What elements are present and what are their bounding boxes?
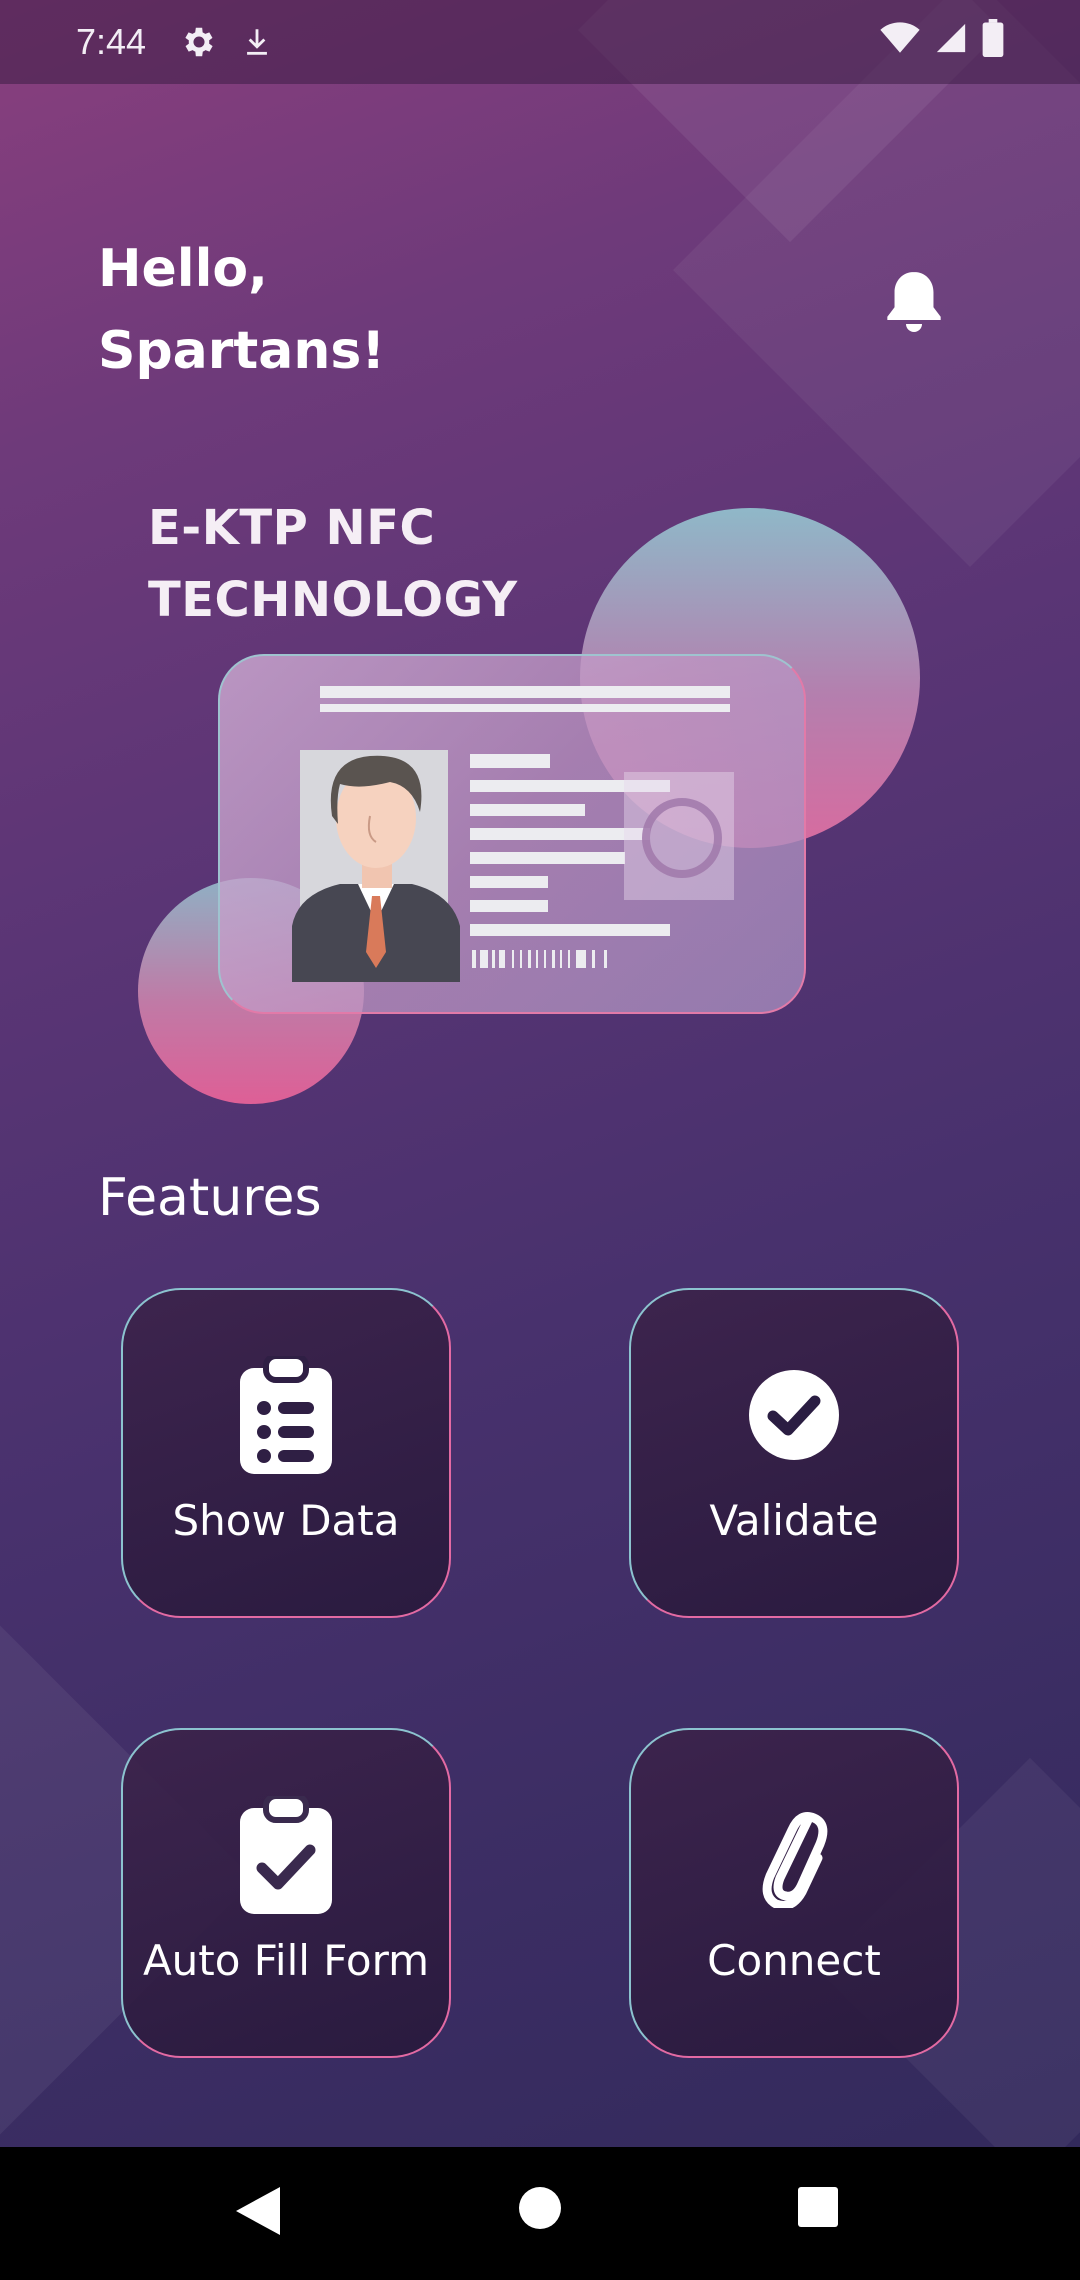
greeting-line-2: Spartans! (98, 321, 386, 381)
auto-fill-form-button[interactable]: Auto Fill Form (121, 1728, 451, 2058)
download-icon (240, 23, 274, 61)
connect-label: Connect (707, 1936, 881, 1985)
cellular-signal-icon (934, 21, 968, 64)
auto-fill-form-label: Auto Fill Form (142, 1936, 430, 1985)
show-data-label: Show Data (172, 1496, 400, 1545)
features-title: Features (98, 1168, 322, 1228)
validate-button[interactable]: Validate (629, 1288, 959, 1618)
connect-button[interactable]: Connect (629, 1728, 959, 2058)
bell-icon[interactable] (882, 268, 946, 344)
clipboard-list-icon (240, 1356, 332, 1474)
greeting-line-1: Hello, (98, 239, 268, 299)
id-card-illustration (218, 654, 806, 1014)
clipboard-check-icon (240, 1796, 332, 1914)
check-circle-icon (749, 1356, 839, 1474)
hero-title-line-2: TECHNOLOGY (148, 572, 518, 628)
settings-icon (180, 23, 218, 61)
validate-label: Validate (709, 1496, 879, 1545)
battery-icon (982, 18, 1004, 66)
recents-icon[interactable] (798, 2187, 838, 2227)
status-bar: 7:44 (0, 0, 1080, 84)
status-time: 7:44 (76, 21, 147, 62)
paperclip-icon (758, 1796, 830, 1914)
hero-title-line-1: E-KTP NFC (148, 500, 436, 556)
home-icon[interactable] (519, 2187, 561, 2229)
greeting: Hello, Spartans! (98, 228, 385, 392)
hero-title: E-KTP NFC TECHNOLOGY (148, 492, 518, 636)
navigation-bar (0, 2147, 1080, 2280)
show-data-button[interactable]: Show Data (121, 1288, 451, 1618)
wifi-icon (880, 20, 920, 65)
back-icon[interactable] (236, 2187, 280, 2235)
